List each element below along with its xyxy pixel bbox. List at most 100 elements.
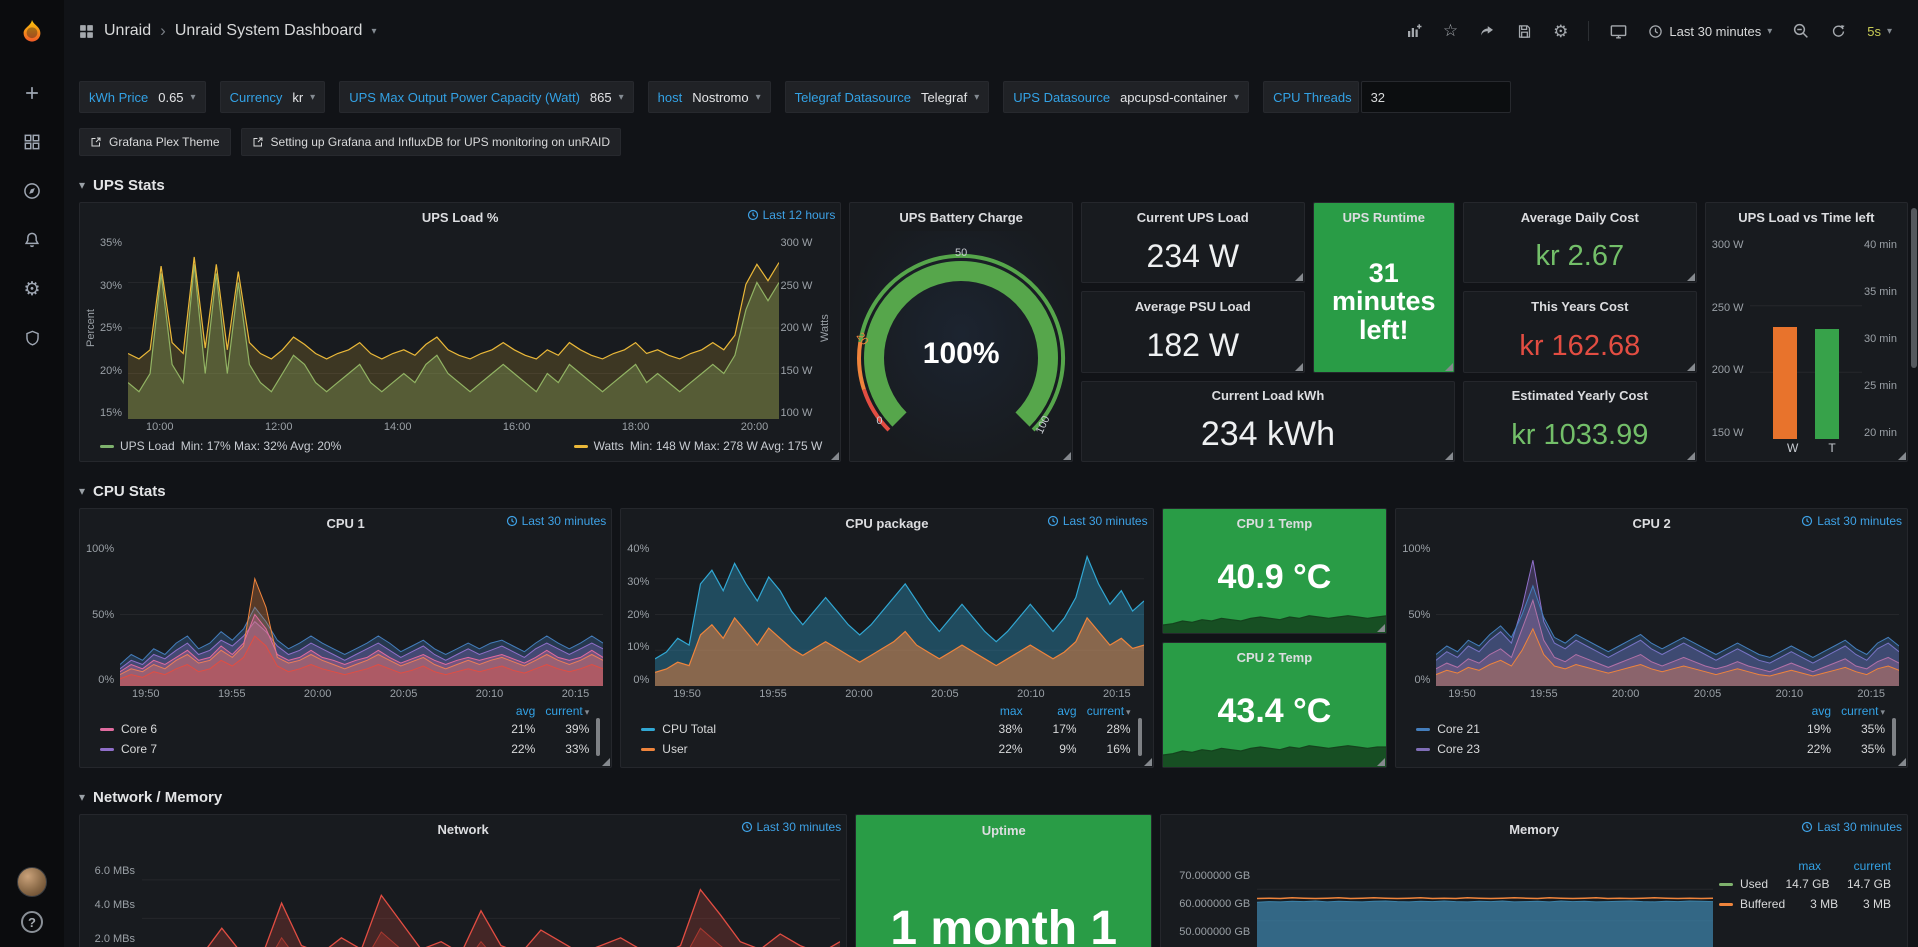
legend-sort-max[interactable]: max	[969, 704, 1023, 718]
bars-chart-plot[interactable]	[1750, 239, 1862, 439]
series-current: 39%	[535, 722, 589, 736]
battery-gauge[interactable]: 50 20 0 100 100%	[850, 231, 1072, 461]
variable-value-dropdown[interactable]: 865▾	[586, 82, 633, 112]
main-area: Unraid › Unraid System Dashboard ▾ ☆	[64, 0, 1918, 947]
grafana-flame-icon	[18, 18, 46, 46]
dashboard-link-ups-guide[interactable]: Setting up Grafana and InfluxDB for UPS …	[241, 128, 622, 156]
breadcrumb-title[interactable]: Unraid System Dashboard	[175, 22, 363, 40]
apps-icon[interactable]	[78, 23, 95, 40]
legend-sort-current[interactable]: current▾	[535, 704, 589, 718]
variable-label: kWh Price	[80, 90, 154, 105]
series-name[interactable]: UPS Load	[120, 439, 175, 453]
sidebar-item-help[interactable]: ?	[21, 911, 43, 933]
series-name[interactable]: Watts	[594, 439, 624, 453]
memory-chart-plot[interactable]	[1257, 849, 1713, 947]
series-name[interactable]: Used	[1719, 877, 1768, 891]
cpu-threads-input[interactable]	[1361, 81, 1511, 113]
sidebar-item-dashboards[interactable]	[12, 125, 52, 159]
cpu1-chart-plot[interactable]	[120, 543, 603, 686]
ups-load-chart-plot[interactable]	[128, 237, 779, 419]
refresh-interval-button[interactable]: 5s ▾	[1859, 18, 1900, 45]
panel-title[interactable]: UPS Load % Last 12 hours	[80, 203, 840, 231]
zoom-out-button[interactable]	[1784, 16, 1818, 46]
variable-value-dropdown[interactable]: Nostromo▾	[688, 82, 769, 112]
legend-sort-avg[interactable]: avg	[1023, 704, 1077, 718]
variable-value-dropdown[interactable]: Telegraf▾	[917, 82, 988, 112]
stat-value: kr 1033.99	[1464, 410, 1696, 461]
grafana-logo[interactable]	[12, 10, 52, 54]
variable-label: Currency	[221, 90, 289, 105]
panel-ups-runtime: UPS Runtime 31 minutes left!	[1313, 202, 1455, 373]
star-button[interactable]: ☆	[1435, 15, 1466, 47]
breadcrumb-folder[interactable]: Unraid	[104, 22, 151, 40]
variable-value-dropdown[interactable]: kr▾	[288, 82, 324, 112]
row-toggle-ups-stats[interactable]: ▾ UPS Stats	[79, 170, 1908, 200]
legend-sort-avg[interactable]: avg	[481, 704, 535, 718]
sidebar-item-server-admin[interactable]	[12, 321, 52, 355]
panel-title-text: Uptime	[982, 823, 1026, 838]
gear-icon: ⚙	[1553, 23, 1568, 40]
variable-value-dropdown[interactable]: apcupsd-container▾	[1116, 82, 1248, 112]
series-name[interactable]: CPU Total	[641, 722, 968, 736]
panel-title[interactable]: Estimated Yearly Cost	[1464, 382, 1696, 410]
row-title: UPS Stats	[93, 177, 165, 194]
sidebar-item-explore[interactable]	[12, 174, 52, 208]
dashboard-settings-button[interactable]: ⚙	[1545, 17, 1576, 46]
legend-sort-current[interactable]: current▾	[1077, 704, 1131, 718]
legend-sort-current[interactable]: current	[1821, 859, 1891, 873]
tv-mode-button[interactable]	[1601, 16, 1636, 47]
panel-title[interactable]: Network Last 30 minutes	[80, 815, 846, 843]
panel-title-text: CPU package	[845, 516, 928, 531]
legend-scrollbar[interactable]	[1892, 718, 1896, 756]
series-name[interactable]: Core 7	[100, 742, 481, 756]
panel-title[interactable]: Current Load kWh	[1082, 382, 1454, 410]
page-scrollbar[interactable]	[1910, 62, 1918, 947]
cpu2-chart-plot[interactable]	[1436, 543, 1899, 686]
panel-title-text: CPU 2 Temp	[1237, 650, 1313, 665]
panel-title[interactable]: CPU 1 Temp	[1163, 509, 1387, 537]
row-toggle-cpu-stats[interactable]: ▾ CPU Stats	[79, 476, 1908, 506]
panel-title[interactable]: Current UPS Load	[1082, 203, 1304, 231]
panel-time-indicator: Last 30 minutes	[506, 514, 607, 528]
series-name[interactable]: User	[641, 742, 968, 756]
panel-title[interactable]: Memory Last 30 minutes	[1161, 815, 1907, 843]
panel-title[interactable]: This Years Cost	[1464, 292, 1696, 320]
share-button[interactable]	[1470, 16, 1504, 46]
series-name[interactable]: Buffered	[1719, 897, 1785, 911]
network-chart-plot[interactable]	[142, 849, 840, 947]
scrollbar-thumb[interactable]	[1911, 208, 1917, 368]
series-name[interactable]: Core 6	[100, 722, 481, 736]
legend-sort-max[interactable]: max	[1751, 859, 1821, 873]
series-name[interactable]: Core 21	[1416, 722, 1777, 736]
time-picker-button[interactable]: Last 30 minutes ▾	[1640, 18, 1780, 45]
legend-scrollbar[interactable]	[1138, 718, 1142, 756]
cpu-package-chart-plot[interactable]	[655, 543, 1144, 686]
panel-title[interactable]: CPU 2 Temp	[1163, 643, 1387, 671]
variable-value-dropdown[interactable]: 0.65▾	[154, 82, 204, 112]
clock-icon	[741, 821, 753, 833]
panel-title[interactable]: Average Daily Cost	[1464, 203, 1696, 231]
add-panel-button[interactable]	[1397, 16, 1431, 46]
legend-sort-current[interactable]: current▾	[1831, 704, 1885, 718]
panel-title[interactable]: UPS Load vs Time left	[1706, 203, 1907, 231]
panel-title[interactable]: CPU 2 Last 30 minutes	[1396, 509, 1907, 537]
dashboard-link-plex-theme[interactable]: Grafana Plex Theme	[79, 128, 231, 156]
save-button[interactable]	[1508, 17, 1541, 46]
sidebar-item-create[interactable]	[12, 76, 52, 110]
sidebar-item-alerting[interactable]	[12, 223, 52, 257]
legend-sort-avg[interactable]: avg	[1777, 704, 1831, 718]
panel-title[interactable]: CPU 1 Last 30 minutes	[80, 509, 611, 537]
stat-value: kr 162.68	[1464, 320, 1696, 371]
sidebar-item-configuration[interactable]: ⚙	[12, 272, 52, 306]
panel-title[interactable]: UPS Battery Charge	[850, 203, 1072, 231]
panel-title[interactable]: CPU package Last 30 minutes	[621, 509, 1152, 537]
user-avatar[interactable]	[17, 867, 47, 897]
title-caret-icon[interactable]: ▾	[371, 26, 376, 37]
row-toggle-network-memory[interactable]: ▾ Network / Memory	[79, 782, 1908, 812]
series-name[interactable]: Core 23	[1416, 742, 1777, 756]
refresh-button[interactable]	[1822, 17, 1855, 46]
legend-scrollbar[interactable]	[596, 718, 600, 756]
panel-title[interactable]: UPS Runtime	[1314, 203, 1454, 231]
panel-title[interactable]: Uptime	[856, 815, 1151, 845]
panel-title[interactable]: Average PSU Load	[1082, 292, 1304, 320]
